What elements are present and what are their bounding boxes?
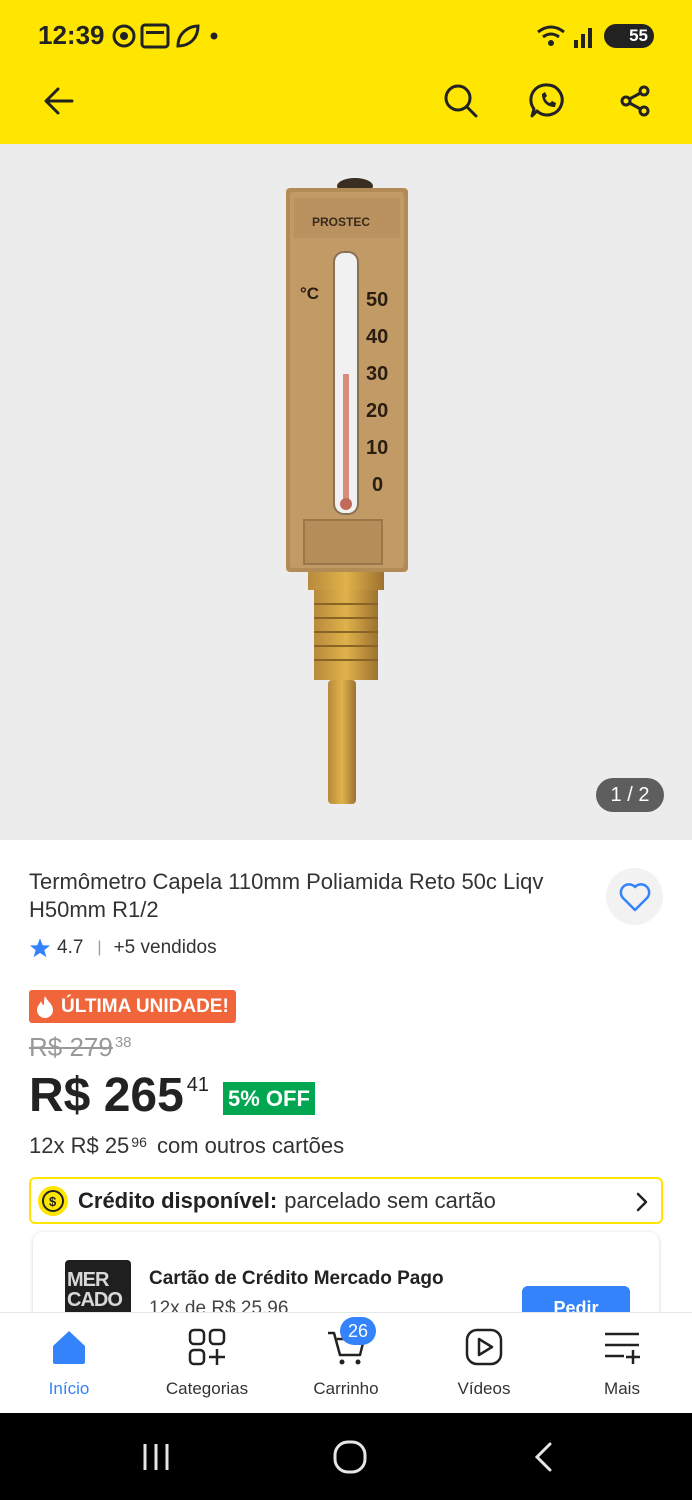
bottom-nav: Início Categorias 26 Carrinho Vídeos Mai… (0, 1312, 692, 1413)
chevron-right-icon (636, 1192, 648, 1212)
star-icon (29, 938, 51, 958)
back-button[interactable] (34, 76, 84, 126)
battery-indicator: 55 (604, 24, 654, 48)
old-price: R$ 279 38 (29, 1032, 132, 1063)
battery-level: 55 (629, 26, 648, 45)
signal-icon (537, 25, 592, 48)
system-back-icon[interactable] (530, 1441, 558, 1473)
rating-value: 4.7 (57, 937, 84, 958)
heart-icon (619, 882, 650, 911)
product-gallery[interactable]: PROSTEC °C 50 40 30 20 10 0 1 / 2 (0, 144, 692, 840)
status-bar: 12:39 55 (0, 0, 692, 70)
thermo-unit: °C (300, 284, 319, 303)
cart-count-badge: 26 (340, 1317, 376, 1345)
fire-icon (37, 995, 53, 1018)
gallery-counter: 1 / 2 (596, 778, 664, 812)
video-icon (465, 1328, 503, 1366)
nav-label: Mais (604, 1379, 640, 1398)
card-logo-line2: CADO (67, 1289, 123, 1311)
nav-cart[interactable]: 26 Carrinho (286, 1313, 406, 1414)
product-image: PROSTEC °C 50 40 30 20 10 0 (286, 178, 408, 804)
nav-videos[interactable]: Vídeos (424, 1313, 544, 1414)
card-offer-title: Cartão de Crédito Mercado Pago (149, 1268, 444, 1289)
old-price-cents: 38 (114, 1034, 132, 1051)
search-button[interactable] (436, 76, 486, 126)
thermo-brand: PROSTEC (312, 215, 370, 229)
nav-label: Categorias (165, 1379, 249, 1398)
installments-cents: 96 (131, 1134, 147, 1150)
whatsapp-share-button[interactable] (523, 76, 573, 126)
rating-divider: | (97, 939, 102, 956)
svg-text:$: $ (49, 1194, 57, 1209)
arrow-left-icon (44, 87, 74, 115)
share-button[interactable] (610, 76, 660, 126)
discount-badge: 5% OFF (223, 1082, 315, 1115)
credit-coin-icon: $ (38, 1185, 68, 1216)
menu-more-icon (605, 1332, 640, 1364)
credit-label-rest: parcelado sem cartão (284, 1187, 496, 1213)
scale-label: 0 (372, 474, 383, 496)
home-icon (53, 1331, 85, 1364)
nav-label: Vídeos (457, 1379, 511, 1398)
nav-label: Início (48, 1379, 90, 1398)
status-time: 12:39 (38, 20, 105, 50)
recent-apps-icon[interactable] (140, 1441, 172, 1473)
price-cents: 41 (186, 1074, 210, 1096)
app-bar (0, 70, 692, 144)
old-price-main: R$ 279 (29, 1032, 113, 1062)
nav-home[interactable]: Início (9, 1313, 129, 1414)
last-unit-badge: ÚLTIMA UNIDADE! (29, 990, 236, 1023)
product-title: Termômetro Capela 110mm Poliamida Reto 5… (29, 869, 544, 922)
installments-prefix: 12x R$ 25 (29, 1133, 130, 1158)
whatsapp-icon (529, 83, 564, 118)
price-main: R$ 265 (29, 1069, 184, 1122)
scale-label: 40 (366, 326, 388, 348)
rating-row[interactable]: 4.7 | +5 vendidos (29, 934, 217, 962)
current-price: R$ 265 41 (29, 1068, 209, 1123)
home-circle-icon[interactable] (332, 1439, 368, 1475)
notification-icons (112, 23, 218, 49)
system-nav-bar (0, 1413, 692, 1500)
installments-suffix: com outros cartões (157, 1133, 345, 1158)
scale-label: 10 (366, 437, 388, 459)
favorite-button[interactable] (606, 868, 663, 925)
nav-more[interactable]: Mais (562, 1313, 682, 1414)
credit-label-bold: Crédito disponível: (78, 1187, 278, 1213)
card-logo-line1: MER (67, 1269, 109, 1291)
credit-available-bar[interactable]: $ Crédito disponível: parcelado sem cart… (29, 1177, 663, 1224)
nav-label: Carrinho (313, 1379, 379, 1398)
nav-categories[interactable]: Categorias (147, 1313, 267, 1414)
scale-label: 30 (366, 363, 388, 385)
installments-text: 12x R$ 25 96 com outros cartões (29, 1133, 344, 1159)
search-icon (444, 84, 478, 118)
scale-label: 50 (366, 289, 388, 311)
card-logo: MER CADO (65, 1260, 131, 1320)
categories-icon (188, 1328, 226, 1366)
badge-label: ÚLTIMA UNIDADE! (61, 995, 229, 1017)
scale-label: 20 (366, 400, 388, 422)
share-icon (620, 85, 650, 117)
sold-count: +5 vendidos (113, 937, 217, 958)
